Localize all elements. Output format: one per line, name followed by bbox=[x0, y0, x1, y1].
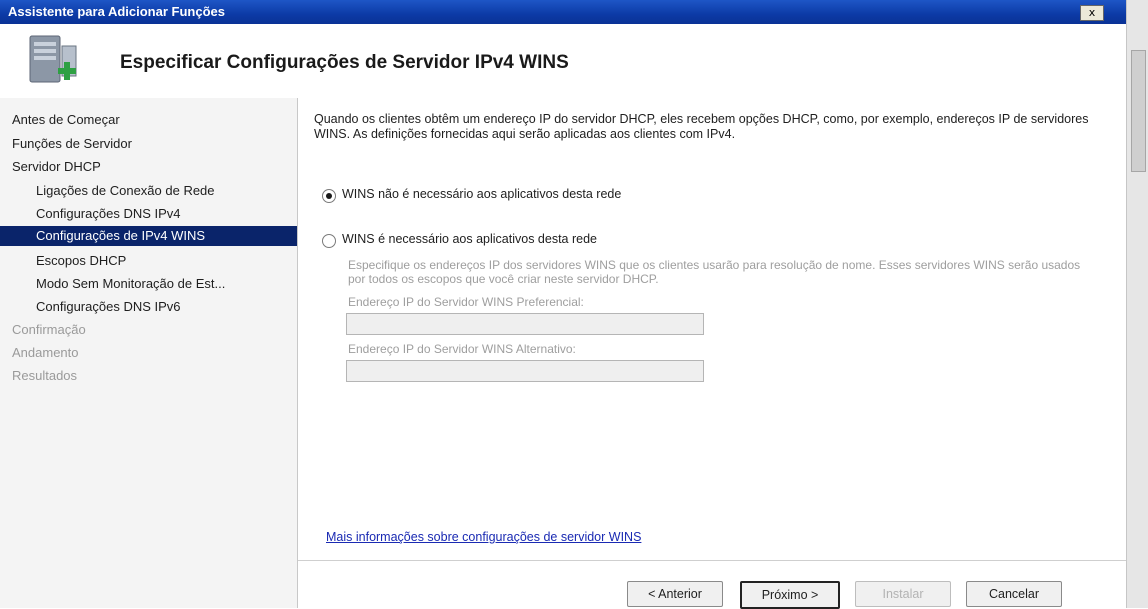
wins-not-required-label[interactable]: WINS não é necessário aos aplicativos de… bbox=[342, 187, 621, 201]
sidebar-item-configuracoes-ipv4-wins[interactable]: Configurações de IPv4 WINS bbox=[0, 226, 297, 246]
alternate-wins-ip-field[interactable] bbox=[346, 360, 704, 382]
window-titlebar: Assistente para Adicionar Funções x bbox=[0, 0, 1127, 24]
wins-required-radio[interactable] bbox=[322, 234, 336, 248]
window-title: Assistente para Adicionar Funções bbox=[8, 4, 225, 19]
wins-not-required-radio[interactable] bbox=[322, 189, 336, 203]
sidebar-item-funcoes-de-servidor[interactable]: Funções de Servidor bbox=[12, 136, 132, 151]
sidebar-item-configuracoes-dns-ipv4[interactable]: Configurações DNS IPv4 bbox=[36, 206, 181, 221]
more-info-link[interactable]: Mais informações sobre configurações de … bbox=[326, 530, 641, 544]
sidebar-item-label: Configurações de IPv4 WINS bbox=[36, 228, 206, 243]
server-add-icon bbox=[29, 35, 77, 83]
preferred-wins-label: Endereço IP do Servidor WINS Preferencia… bbox=[348, 295, 584, 309]
description-text: Quando os clientes obtêm um endereço IP … bbox=[314, 112, 1089, 141]
sidebar-item-resultados: Resultados bbox=[12, 368, 78, 383]
page-title: Especificar Configurações de Servidor IP… bbox=[120, 52, 569, 73]
close-button[interactable]: x bbox=[1080, 5, 1104, 21]
sidebar-item-escopos-dhcp[interactable]: Escopos DHCP bbox=[36, 253, 126, 268]
wizard-content: Quando os clientes obtêm um endereço IP … bbox=[298, 98, 1127, 608]
back-button[interactable]: < Anterior bbox=[627, 581, 723, 607]
install-button: Instalar bbox=[855, 581, 951, 607]
sidebar-item-ligacoes-conexao-rede[interactable]: Ligações de Conexão de Rede bbox=[36, 183, 215, 198]
wizard-steps-sidebar: Antes de Começar Funções de Servidor Ser… bbox=[0, 98, 298, 608]
alternate-wins-label: Endereço IP do Servidor WINS Alternativo… bbox=[348, 342, 576, 356]
sidebar-item-configuracoes-dns-ipv6[interactable]: Configurações DNS IPv6 bbox=[36, 299, 181, 314]
footer-divider bbox=[298, 560, 1127, 561]
wins-required-label[interactable]: WINS é necessário aos aplicativos desta … bbox=[342, 232, 597, 246]
cancel-button[interactable]: Cancelar bbox=[966, 581, 1062, 607]
scrollbar-thumb[interactable] bbox=[1131, 50, 1146, 172]
sidebar-item-confirmacao: Confirmação bbox=[12, 322, 86, 337]
sidebar-item-servidor-dhcp[interactable]: Servidor DHCP bbox=[12, 159, 101, 174]
wizard-header: Especificar Configurações de Servidor IP… bbox=[0, 24, 1127, 99]
sidebar-item-andamento: Andamento bbox=[12, 345, 79, 360]
sidebar-item-antes-de-comecar[interactable]: Antes de Começar bbox=[12, 112, 120, 127]
sidebar-item-modo-sem-monitoracao[interactable]: Modo Sem Monitoração de Est... bbox=[36, 276, 225, 291]
preferred-wins-ip-field[interactable] bbox=[346, 313, 704, 335]
next-button[interactable]: Próximo > bbox=[740, 581, 840, 609]
vertical-scrollbar[interactable] bbox=[1126, 0, 1148, 608]
wins-help-text: Especifique os endereços IP dos servidor… bbox=[348, 258, 1081, 286]
